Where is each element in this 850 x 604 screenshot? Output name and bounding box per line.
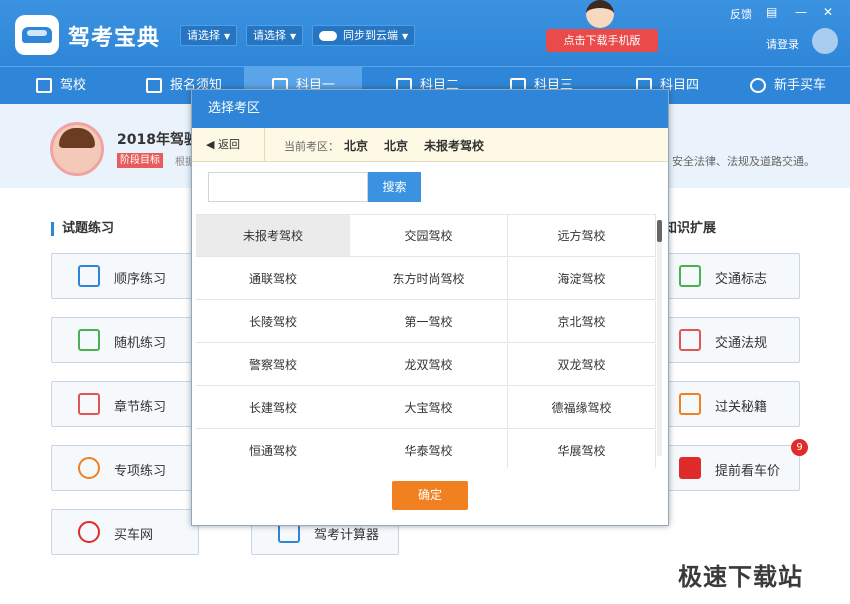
sequential-practice-button[interactable]: 顺序练习 (51, 253, 199, 299)
school-option[interactable]: 交园驾校 (350, 215, 508, 257)
chevron-down-icon: ▼ (402, 32, 409, 41)
notebook-icon (679, 393, 701, 415)
target-icon (78, 457, 100, 479)
buy-car-site-button[interactable]: 买车网 (51, 509, 199, 555)
dialog-title: 选择考区 (192, 90, 668, 128)
watermark: 极速下载站 (678, 563, 803, 591)
school-option[interactable]: 未报考驾校 (196, 215, 351, 257)
app-title: 驾考宝典 (68, 26, 161, 51)
school-option[interactable]: 长建驾校 (196, 387, 351, 429)
school-list-scrollbar[interactable] (657, 220, 662, 456)
nav-buy-car[interactable]: 新手买车 (750, 67, 826, 105)
school-option[interactable]: 华泰驾校 (350, 430, 508, 468)
school-option[interactable]: 龙双驾校 (350, 344, 508, 386)
cloud-icon (319, 31, 337, 41)
download-mobile-button[interactable]: 点击下载手机版 (546, 29, 658, 52)
current-area-bar: ◀ 返回 当前考区： 北京 北京 未报考驾校 (192, 128, 668, 162)
school-option[interactable]: 通联驾校 (196, 258, 351, 300)
current-province: 北京 (344, 139, 369, 153)
select-exam-area-dialog: 选择考区 ◀ 返回 当前考区： 北京 北京 未报考驾校 搜索 未报考驾校 交园驾校… (191, 89, 669, 526)
traffic-laws-button[interactable]: 交通法规 (652, 317, 800, 363)
current-area-label: 当前考区： (284, 140, 339, 153)
traffic-signs-button[interactable]: 交通标志 (652, 253, 800, 299)
chapter-practice-button[interactable]: 章节练习 (51, 381, 199, 427)
school-option[interactable]: 双龙驾校 (508, 344, 656, 386)
topic-practice-button[interactable]: 专项练习 (51, 445, 199, 491)
current-city: 北京 (384, 139, 409, 153)
chapter-icon (78, 393, 100, 415)
car-price-button[interactable]: 提前看车价 (652, 445, 800, 491)
scrollbar-thumb[interactable] (657, 220, 662, 242)
school-option[interactable]: 警察驾校 (196, 344, 351, 386)
nav-driving-school[interactable]: 驾校 (36, 67, 86, 105)
notification-badge: 9 (791, 439, 808, 456)
traffic-sign-icon (679, 265, 701, 287)
close-icon[interactable]: ✕ (823, 5, 833, 19)
pass-tips-button[interactable]: 过关秘籍 (652, 381, 800, 427)
app-logo-icon (15, 15, 59, 55)
random-practice-button[interactable]: 随机练习 (51, 317, 199, 363)
mascot-icon (580, 0, 620, 30)
login-link[interactable]: 请登录 (766, 36, 799, 52)
steering-wheel-icon (750, 78, 766, 93)
practice-section-title: 试题练习 (51, 222, 114, 236)
car-icon (78, 521, 100, 543)
list-icon (78, 265, 100, 287)
stage-badge: 阶段目标 (117, 153, 163, 168)
document-icon (146, 78, 162, 93)
avatar (50, 122, 104, 176)
region-select-2[interactable]: 请选择 ▼ (246, 25, 304, 46)
school-option[interactable]: 德福缘驾校 (508, 387, 656, 429)
car-price-icon (679, 457, 701, 479)
region-select-1[interactable]: 请选择 ▼ (180, 25, 238, 46)
title-bar: 驾考宝典 请选择 ▼ 请选择 ▼ 同步到云端 ▼ 点击下载手机版 反馈 ▤ — ✕ 请… (0, 0, 850, 66)
confirm-button[interactable]: 确定 (392, 481, 468, 510)
search-button[interactable]: 搜索 (368, 172, 421, 202)
school-option[interactable]: 东方时尚驾校 (350, 258, 508, 300)
menu-icon[interactable]: ▤ (766, 5, 777, 19)
current-school: 未报考驾校 (424, 139, 485, 153)
search-input[interactable] (208, 172, 368, 202)
feedback-link[interactable]: 反馈 (730, 6, 752, 22)
school-option[interactable]: 京北驾校 (508, 301, 656, 343)
chevron-down-icon: ▼ (224, 32, 231, 41)
cloud-sync-button[interactable]: 同步到云端 ▼ (312, 25, 416, 46)
shuffle-icon (78, 329, 100, 351)
back-button[interactable]: ◀ 返回 (192, 128, 265, 161)
home-icon (36, 78, 52, 93)
banner-description: 安全法律、法规及道路交通。 (672, 155, 815, 168)
back-arrow-icon: ◀ (206, 138, 218, 151)
chevron-down-icon: ▼ (290, 32, 297, 41)
school-option[interactable]: 第一驾校 (350, 301, 508, 343)
school-option[interactable]: 华展驾校 (508, 430, 656, 468)
user-avatar-icon[interactable] (812, 28, 838, 54)
school-option[interactable]: 恒通驾校 (196, 430, 351, 468)
school-option[interactable]: 大宝驾校 (350, 387, 508, 429)
school-option[interactable]: 海淀驾校 (508, 258, 656, 300)
school-option[interactable]: 长陵驾校 (196, 301, 351, 343)
school-option[interactable]: 远方驾校 (508, 215, 656, 257)
school-grid: 未报考驾校 交园驾校 远方驾校通联驾校 东方时尚驾校 海淀驾校长陵驾校 第一驾校 京北驾校警… (196, 214, 656, 468)
minimize-icon[interactable]: — (795, 5, 807, 19)
scales-icon (679, 329, 701, 351)
